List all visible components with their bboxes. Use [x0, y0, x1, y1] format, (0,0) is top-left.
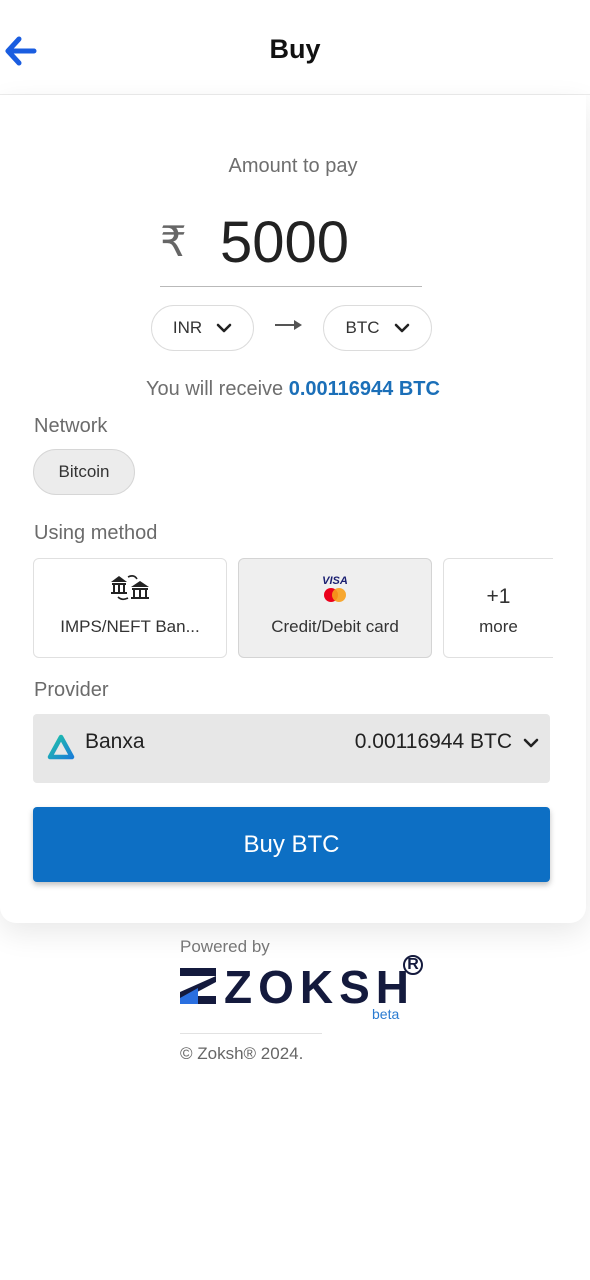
buy-button[interactable]: Buy BTC [33, 807, 550, 882]
more-count: +1 [486, 585, 511, 608]
copyright-text: © Zoksh® 2024. [180, 1044, 304, 1063]
bank-transfer-icon [34, 573, 226, 601]
from-currency-label: INR [172, 318, 203, 337]
zoksh-mark-icon [180, 968, 216, 1004]
chevron-down-icon [523, 738, 539, 748]
beta-label: beta [372, 1006, 400, 1022]
to-currency-label: BTC [345, 318, 380, 337]
top-bar: Buy [0, 0, 590, 95]
method-option-card[interactable]: VISA Credit/Debit card [238, 558, 432, 658]
receive-prefix: You will receive [146, 378, 284, 400]
amount-label: Amount to pay [228, 155, 358, 177]
banxa-logo-icon [47, 734, 75, 760]
chevron-down-icon [394, 323, 409, 333]
powered-by-label: Powered by [180, 937, 270, 956]
page-title: Buy [269, 34, 321, 64]
arrow-right-icon [275, 320, 302, 330]
rupee-icon: ₹ [160, 218, 187, 265]
provider-amount: 0.00116944 BTC [354, 730, 512, 753]
visa-card-icon: VISA [239, 573, 431, 605]
receive-summary: You will receive 0.00116944 BTC [0, 378, 586, 401]
method-label: Using method [34, 522, 158, 544]
svg-text:VISA: VISA [322, 575, 348, 587]
provider-label: Provider [34, 679, 109, 701]
to-currency-select[interactable]: BTC [323, 305, 432, 351]
provider-select[interactable]: Banxa 0.00116944 BTC [33, 714, 550, 783]
method-option-label: Credit/Debit card [271, 617, 399, 636]
amount-field: ₹ [160, 203, 422, 287]
network-label: Network [34, 415, 108, 437]
method-option-label: IMPS/NEFT Ban... [60, 617, 200, 636]
provider-name: Banxa [85, 730, 145, 753]
zoksh-logo: ZOKSH [180, 960, 440, 1020]
footer-divider [180, 1033, 322, 1034]
chevron-down-icon [216, 323, 232, 333]
network-chip-bitcoin[interactable]: Bitcoin [33, 449, 135, 495]
method-option-bank-transfer[interactable]: IMPS/NEFT Ban... [33, 558, 227, 658]
from-currency-select[interactable]: INR [151, 305, 254, 351]
method-option-more[interactable]: +1 more [443, 558, 553, 658]
amount-input[interactable] [220, 203, 420, 281]
registered-mark: R [403, 955, 423, 975]
receive-amount: 0.00116944 BTC [288, 378, 440, 400]
more-label: more [479, 617, 518, 636]
